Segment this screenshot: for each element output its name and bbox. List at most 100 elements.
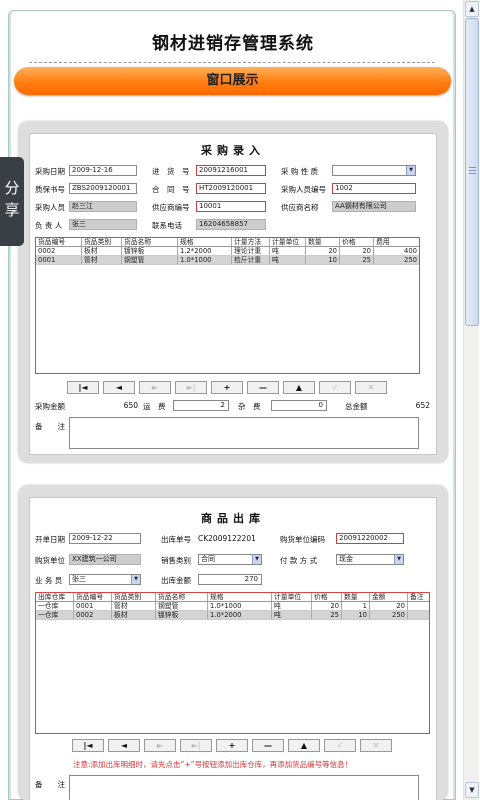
sales-type-select[interactable]: 合同 ▼ — [198, 554, 262, 565]
freight-field[interactable]: 2 — [173, 400, 229, 411]
edit-record-button[interactable]: ▲ — [288, 739, 320, 752]
column-header[interactable]: 计量单位 — [272, 593, 312, 601]
phone-label: 联系电话 — [152, 221, 182, 230]
table-row[interactable]: 0001 管材 钢塑管 1.0*1000 检斤计重 吨 10 25 250 — [36, 256, 419, 265]
column-header[interactable]: 货品名称 — [122, 238, 178, 246]
salesman-select[interactable]: 张三 ▼ — [69, 574, 141, 585]
first-record-button[interactable]: |◄ — [67, 381, 99, 394]
add-record-button[interactable]: + — [216, 739, 248, 752]
cancel-button[interactable]: ✕ — [355, 381, 387, 394]
pay-type-select[interactable]: 现金 ▼ — [336, 554, 404, 565]
cancel-button[interactable]: ✕ — [360, 739, 392, 752]
outbound-grid-header: 出库仓库 货品编号 货品类别 货品名称 规格 计量单位 价格 数量 金额 备注 — [36, 593, 429, 602]
screenshot-purchase[interactable]: 采购录入 采购日期 2009-12-16 进 货 号 20091216001 采… — [18, 121, 448, 463]
buyer-field[interactable]: 赵三江 — [69, 201, 137, 212]
supplier-code-field[interactable]: 10001 — [196, 201, 266, 212]
column-header[interactable]: 价格 — [340, 238, 374, 246]
table-cell: 0001 — [36, 256, 82, 264]
phone-field[interactable]: 16204658857 — [196, 219, 266, 230]
confirm-button[interactable]: ✓ — [319, 381, 351, 394]
table-cell: 检斤计重 — [232, 256, 270, 264]
column-header[interactable]: 规格 — [208, 593, 272, 601]
outbound-window: 商品出库 开单日期 2009-12-22 出库单号 CK2009122201 购… — [29, 497, 437, 800]
table-cell: 1.2*2000 — [178, 247, 232, 255]
manager-field[interactable]: 张三 — [69, 219, 137, 230]
column-header[interactable]: 数量 — [342, 593, 370, 601]
table-cell: 理论计重 — [232, 247, 270, 255]
column-header[interactable]: 出库仓库 — [36, 593, 74, 601]
column-header[interactable]: 价格 — [312, 593, 342, 601]
outbound-remark-textarea[interactable] — [69, 775, 419, 800]
delete-record-button[interactable]: — — [252, 739, 284, 752]
pay-type-label: 付 款 方 式 — [280, 556, 318, 565]
delete-record-button[interactable]: — — [247, 381, 279, 394]
column-header[interactable]: 货品名称 — [156, 593, 208, 601]
out-amount-field[interactable]: 270 — [198, 574, 262, 585]
table-row[interactable]: 一仓库 0002 板材 镀锌板 1.0*2000 吨 25 10 250 — [36, 611, 429, 620]
column-header[interactable]: 规格 — [178, 238, 232, 246]
table-cell: 1 — [342, 602, 370, 610]
first-record-button[interactable]: |◄ — [72, 739, 104, 752]
buyer-unit-code-field[interactable]: 20091220002 — [336, 533, 404, 544]
warranty-field[interactable]: ZBS2009120001 — [69, 183, 137, 194]
purchase-items-grid[interactable]: 货品编号 货品类别 货品名称 规格 计量方法 计量单位 数量 价格 费用 000… — [35, 237, 420, 374]
purchase-date-field[interactable]: 2009-12-16 — [69, 165, 137, 176]
next-record-button[interactable]: ► — [144, 739, 176, 752]
scrollbar-thumb[interactable] — [465, 18, 479, 326]
order-no-label: 进 货 号 — [152, 167, 190, 176]
purchase-amount-value: 650 — [123, 401, 138, 410]
column-header[interactable]: 费用 — [374, 238, 419, 246]
outbound-date-field[interactable]: 2009-12-22 — [69, 533, 141, 544]
confirm-button[interactable]: ✓ — [324, 739, 356, 752]
column-header[interactable]: 货品编号 — [74, 593, 112, 601]
column-header[interactable]: 数量 — [306, 238, 340, 246]
supplier-name-field[interactable]: AA钢材有限公司 — [332, 201, 416, 212]
order-no-field[interactable]: 20091216001 — [196, 165, 266, 176]
column-header[interactable]: 货品类别 — [112, 593, 156, 601]
contract-field[interactable]: HT2009120001 — [196, 183, 266, 194]
add-record-button[interactable]: + — [211, 381, 243, 394]
chevron-down-icon[interactable]: ▼ — [252, 555, 261, 564]
table-cell: 20 — [370, 602, 408, 610]
column-header[interactable]: 货品类别 — [82, 238, 122, 246]
table-row[interactable]: 0002 板材 镀锌板 1.2*2000 理论计重 吨 20 20 400 — [36, 247, 419, 256]
purchase-nature-select[interactable]: ▼ — [332, 165, 416, 176]
table-cell: 1.0*1000 — [208, 602, 272, 610]
buyer-unit-code-label: 购货单位编码 — [280, 535, 325, 544]
table-cell: 镀锌板 — [122, 247, 178, 255]
buyer-label: 采购人员 — [35, 203, 65, 212]
outbound-items-grid[interactable]: 出库仓库 货品编号 货品类别 货品名称 规格 计量单位 价格 数量 金额 备注 … — [35, 592, 430, 734]
vertical-scrollbar[interactable]: ▲ ▼ — [463, 0, 479, 800]
buyer-code-field[interactable]: 1002 — [332, 183, 416, 194]
next-record-button[interactable]: ► — [139, 381, 171, 394]
edit-record-button[interactable]: ▲ — [283, 381, 315, 394]
table-cell — [408, 602, 429, 610]
table-cell: 钢塑管 — [156, 602, 208, 610]
share-button[interactable]: 分享 — [0, 157, 24, 246]
scroll-up-arrow-icon[interactable]: ▲ — [465, 1, 479, 17]
chevron-down-icon[interactable]: ▼ — [406, 166, 415, 175]
prev-record-button[interactable]: ◄ — [108, 739, 140, 752]
supplier-code-label: 供应商编号 — [152, 203, 190, 212]
column-header[interactable]: 金额 — [370, 593, 408, 601]
purchase-remark-textarea[interactable] — [69, 417, 419, 449]
column-header[interactable]: 计量方法 — [232, 238, 270, 246]
table-cell: 吨 — [270, 247, 306, 255]
table-cell: 镀锌板 — [156, 611, 208, 619]
misc-fee-field[interactable]: 0 — [271, 400, 327, 411]
chevron-down-icon[interactable]: ▼ — [394, 555, 403, 564]
chevron-down-icon[interactable]: ▼ — [131, 575, 140, 584]
scroll-down-arrow-icon[interactable]: ▼ — [465, 782, 479, 798]
table-row[interactable]: 一仓库 0001 管材 钢塑管 1.0*1000 吨 20 1 20 — [36, 602, 429, 611]
column-header[interactable]: 货品编号 — [36, 238, 82, 246]
column-header[interactable]: 计量单位 — [270, 238, 306, 246]
prev-record-button[interactable]: ◄ — [103, 381, 135, 394]
table-cell: 0001 — [74, 602, 112, 610]
column-header[interactable]: 备注 — [408, 593, 429, 601]
misc-fee-label: 杂 费 — [238, 402, 261, 411]
buyer-unit-field[interactable]: XX建筑一公司 — [69, 554, 141, 565]
last-record-button[interactable]: ►| — [175, 381, 207, 394]
screenshot-outbound[interactable]: 商品出库 开单日期 2009-12-22 出库单号 CK2009122201 购… — [18, 485, 448, 800]
last-record-button[interactable]: ►| — [180, 739, 212, 752]
table-cell: 10 — [306, 256, 340, 264]
